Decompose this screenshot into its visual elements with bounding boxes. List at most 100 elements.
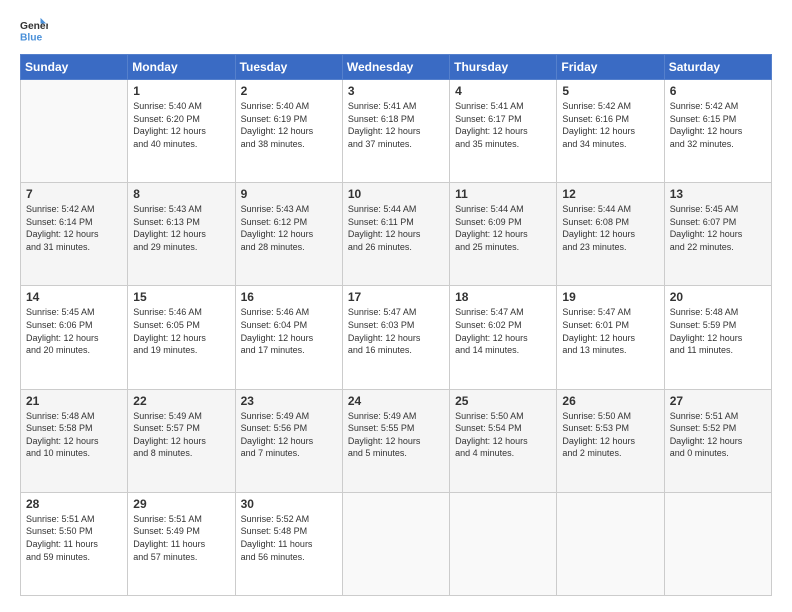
calendar-cell: 27Sunrise: 5:51 AM Sunset: 5:52 PM Dayli… — [664, 389, 771, 492]
calendar-cell: 8 Sunrise: 5:43 AM Sunset: 6:13 PM Daylig… — [128, 183, 235, 286]
calendar-cell: 12Sunrise: 5:44 AM Sunset: 6:08 PM Dayli… — [557, 183, 664, 286]
weekday-header-wednesday: Wednesday — [342, 55, 449, 80]
day-number: 25 — [455, 394, 551, 408]
day-number: 23 — [241, 394, 337, 408]
calendar-cell: 3 Sunrise: 5:41 AM Sunset: 6:18 PM Daylig… — [342, 80, 449, 183]
day-number: 4 — [455, 84, 551, 98]
day-info: Sunrise: 5:40 AM Sunset: 6:19 PM Dayligh… — [241, 100, 337, 150]
day-info: Sunrise: 5:40 AM Sunset: 6:20 PM Dayligh… — [133, 100, 229, 150]
day-number: 8 — [133, 187, 229, 201]
weekday-header-friday: Friday — [557, 55, 664, 80]
calendar-cell: 29 Sunrise: 5:51 AM Sunset: 5:49 PM Dayli… — [128, 492, 235, 595]
calendar-cell: 19 Sunrise: 5:47 AM Sunset: 6:01 PM Dayli… — [557, 286, 664, 389]
day-info: Sunrise: 5:42 AM Sunset: 6:16 PM Dayligh… — [562, 100, 658, 150]
weekday-header-saturday: Saturday — [664, 55, 771, 80]
calendar-cell: 2 Sunrise: 5:40 AM Sunset: 6:19 PM Daylig… — [235, 80, 342, 183]
calendar-cell: 13 Sunrise: 5:45 AM Sunset: 6:07 PM Dayli… — [664, 183, 771, 286]
calendar-week-2: 7 Sunrise: 5:42 AM Sunset: 6:14 PM Daylig… — [21, 183, 772, 286]
calendar-cell: 4 Sunrise: 5:41 AM Sunset: 6:17 PM Daylig… — [450, 80, 557, 183]
calendar-cell: 28Sunrise: 5:51 AM Sunset: 5:50 PM Dayli… — [21, 492, 128, 595]
day-info: Sunrise: 5:43 AM Sunset: 6:13 PM Dayligh… — [133, 203, 229, 253]
logo-icon: General Blue — [20, 16, 48, 44]
day-number: 28 — [26, 497, 122, 511]
calendar-cell — [450, 492, 557, 595]
day-number: 19 — [562, 290, 658, 304]
calendar-week-4: 21 Sunrise: 5:48 AM Sunset: 5:58 PM Dayli… — [21, 389, 772, 492]
day-info: Sunrise: 5:51 AM Sunset: 5:49 PM Dayligh… — [133, 513, 229, 563]
day-info: Sunrise: 5:50 AM Sunset: 5:54 PM Dayligh… — [455, 410, 551, 460]
day-number: 14 — [26, 290, 122, 304]
day-number: 29 — [133, 497, 229, 511]
day-number: 16 — [241, 290, 337, 304]
day-number: 26 — [562, 394, 658, 408]
weekday-header-row: SundayMondayTuesdayWednesdayThursdayFrid… — [21, 55, 772, 80]
calendar-cell: 11 Sunrise: 5:44 AM Sunset: 6:09 PM Dayli… — [450, 183, 557, 286]
calendar-cell: 25 Sunrise: 5:50 AM Sunset: 5:54 PM Dayli… — [450, 389, 557, 492]
day-number: 22 — [133, 394, 229, 408]
day-info: Sunrise: 5:42 AM Sunset: 6:14 PM Dayligh… — [26, 203, 122, 253]
calendar-cell: 15Sunrise: 5:46 AM Sunset: 6:05 PM Dayli… — [128, 286, 235, 389]
calendar-cell — [664, 492, 771, 595]
day-number: 30 — [241, 497, 337, 511]
calendar-cell: 7 Sunrise: 5:42 AM Sunset: 6:14 PM Daylig… — [21, 183, 128, 286]
day-info: Sunrise: 5:46 AM Sunset: 6:05 PM Dayligh… — [133, 306, 229, 356]
day-info: Sunrise: 5:44 AM Sunset: 6:08 PM Dayligh… — [562, 203, 658, 253]
day-info: Sunrise: 5:42 AM Sunset: 6:15 PM Dayligh… — [670, 100, 766, 150]
day-number: 17 — [348, 290, 444, 304]
day-info: Sunrise: 5:49 AM Sunset: 5:55 PM Dayligh… — [348, 410, 444, 460]
calendar-week-3: 14 Sunrise: 5:45 AM Sunset: 6:06 PM Dayli… — [21, 286, 772, 389]
calendar-week-5: 28Sunrise: 5:51 AM Sunset: 5:50 PM Dayli… — [21, 492, 772, 595]
day-number: 2 — [241, 84, 337, 98]
calendar-cell: 20Sunrise: 5:48 AM Sunset: 5:59 PM Dayli… — [664, 286, 771, 389]
day-info: Sunrise: 5:41 AM Sunset: 6:18 PM Dayligh… — [348, 100, 444, 150]
calendar-cell: 6 Sunrise: 5:42 AM Sunset: 6:15 PM Daylig… — [664, 80, 771, 183]
day-info: Sunrise: 5:47 AM Sunset: 6:01 PM Dayligh… — [562, 306, 658, 356]
calendar-cell: 22 Sunrise: 5:49 AM Sunset: 5:57 PM Dayli… — [128, 389, 235, 492]
day-number: 10 — [348, 187, 444, 201]
calendar-cell: 10Sunrise: 5:44 AM Sunset: 6:11 PM Dayli… — [342, 183, 449, 286]
day-number: 11 — [455, 187, 551, 201]
day-number: 6 — [670, 84, 766, 98]
calendar-cell: 17Sunrise: 5:47 AM Sunset: 6:03 PM Dayli… — [342, 286, 449, 389]
header: General Blue — [20, 16, 772, 44]
svg-text:Blue: Blue — [20, 32, 43, 43]
day-number: 5 — [562, 84, 658, 98]
calendar-cell: 5 Sunrise: 5:42 AM Sunset: 6:16 PM Daylig… — [557, 80, 664, 183]
day-number: 7 — [26, 187, 122, 201]
day-info: Sunrise: 5:45 AM Sunset: 6:07 PM Dayligh… — [670, 203, 766, 253]
day-info: Sunrise: 5:49 AM Sunset: 5:56 PM Dayligh… — [241, 410, 337, 460]
calendar-cell: 30 Sunrise: 5:52 AM Sunset: 5:48 PM Dayli… — [235, 492, 342, 595]
day-info: Sunrise: 5:48 AM Sunset: 5:59 PM Dayligh… — [670, 306, 766, 356]
calendar-cell: 18 Sunrise: 5:47 AM Sunset: 6:02 PM Dayli… — [450, 286, 557, 389]
day-number: 1 — [133, 84, 229, 98]
day-number: 13 — [670, 187, 766, 201]
day-number: 24 — [348, 394, 444, 408]
calendar-week-1: 1 Sunrise: 5:40 AM Sunset: 6:20 PM Daylig… — [21, 80, 772, 183]
calendar-cell: 23 Sunrise: 5:49 AM Sunset: 5:56 PM Dayli… — [235, 389, 342, 492]
day-info: Sunrise: 5:52 AM Sunset: 5:48 PM Dayligh… — [241, 513, 337, 563]
day-number: 18 — [455, 290, 551, 304]
calendar-cell: 24 Sunrise: 5:49 AM Sunset: 5:55 PM Dayli… — [342, 389, 449, 492]
calendar-cell — [557, 492, 664, 595]
day-number: 21 — [26, 394, 122, 408]
day-number: 3 — [348, 84, 444, 98]
day-info: Sunrise: 5:46 AM Sunset: 6:04 PM Dayligh… — [241, 306, 337, 356]
day-info: Sunrise: 5:43 AM Sunset: 6:12 PM Dayligh… — [241, 203, 337, 253]
day-info: Sunrise: 5:45 AM Sunset: 6:06 PM Dayligh… — [26, 306, 122, 356]
calendar-cell — [21, 80, 128, 183]
calendar-cell — [342, 492, 449, 595]
weekday-header-sunday: Sunday — [21, 55, 128, 80]
day-info: Sunrise: 5:48 AM Sunset: 5:58 PM Dayligh… — [26, 410, 122, 460]
day-info: Sunrise: 5:50 AM Sunset: 5:53 PM Dayligh… — [562, 410, 658, 460]
weekday-header-thursday: Thursday — [450, 55, 557, 80]
logo: General Blue — [20, 16, 52, 44]
day-number: 9 — [241, 187, 337, 201]
day-info: Sunrise: 5:44 AM Sunset: 6:09 PM Dayligh… — [455, 203, 551, 253]
day-info: Sunrise: 5:47 AM Sunset: 6:02 PM Dayligh… — [455, 306, 551, 356]
day-info: Sunrise: 5:41 AM Sunset: 6:17 PM Dayligh… — [455, 100, 551, 150]
calendar-cell: 26 Sunrise: 5:50 AM Sunset: 5:53 PM Dayli… — [557, 389, 664, 492]
day-info: Sunrise: 5:51 AM Sunset: 5:52 PM Dayligh… — [670, 410, 766, 460]
day-info: Sunrise: 5:49 AM Sunset: 5:57 PM Dayligh… — [133, 410, 229, 460]
calendar-cell: 9 Sunrise: 5:43 AM Sunset: 6:12 PM Daylig… — [235, 183, 342, 286]
weekday-header-monday: Monday — [128, 55, 235, 80]
